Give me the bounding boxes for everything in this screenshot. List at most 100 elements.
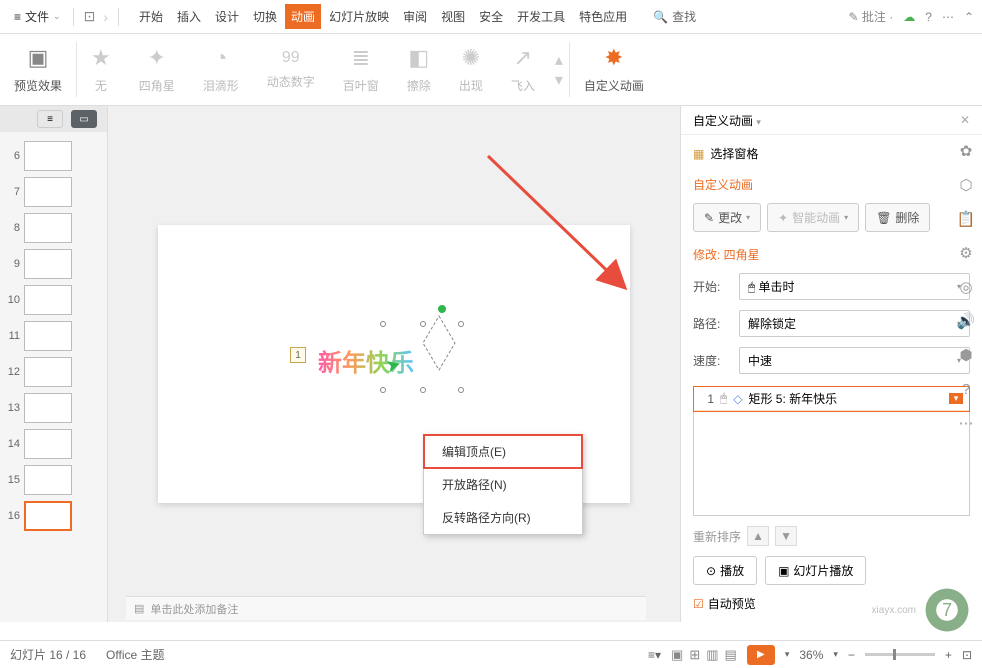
zoom-value[interactable]: 36% xyxy=(799,648,823,662)
btn-modify[interactable]: ✎更改▾ xyxy=(693,203,761,232)
ctx-open-path[interactable]: 开放路径(N) xyxy=(424,468,582,501)
tool-more[interactable]: ⋯ xyxy=(955,412,977,434)
more-icon[interactable]: ⋯ xyxy=(942,10,954,24)
sel-handle[interactable] xyxy=(458,387,464,393)
tool-sound[interactable]: 🔊 xyxy=(955,310,977,332)
ctx-edit-points[interactable]: 编辑顶点(E) xyxy=(424,435,582,468)
move-up[interactable]: ▲ xyxy=(747,526,769,546)
fit-icon[interactable]: ⊡ xyxy=(962,648,972,662)
thumbnail[interactable] xyxy=(24,501,72,531)
effect-blinds[interactable]: ≣百叶窗 xyxy=(329,34,393,105)
auto-preview-check[interactable]: ☑ 自动预览 xyxy=(693,595,970,612)
select-speed[interactable]: 中速▾ xyxy=(739,347,970,374)
file-menu[interactable]: ≡ 文件 ⌄ xyxy=(8,8,67,25)
effect-teardrop[interactable]: ◔泪滴形 xyxy=(189,34,253,105)
btn-delete[interactable]: 🗑删除 xyxy=(865,203,930,232)
comment-button[interactable]: ✎ 批注 · xyxy=(849,8,894,25)
reading-view-icon[interactable]: ▥ xyxy=(706,647,718,663)
zoom-out[interactable]: − xyxy=(848,648,855,662)
tool-shape[interactable]: ⬡ xyxy=(955,174,977,196)
thumbnail[interactable] xyxy=(24,321,72,351)
thumb-row[interactable]: 9 xyxy=(0,246,107,282)
tab-security[interactable]: 安全 xyxy=(473,4,509,29)
thumbnail[interactable] xyxy=(24,285,72,315)
thumb-row[interactable]: 16 xyxy=(0,498,107,534)
sel-handle[interactable] xyxy=(420,387,426,393)
close-icon[interactable]: ✕ xyxy=(960,113,970,127)
effect-flyin[interactable]: ↗飞入 xyxy=(497,34,549,105)
select-path[interactable]: 解除锁定▾ xyxy=(739,310,970,337)
tab-slideshow[interactable]: 幻灯片放映 xyxy=(323,4,395,29)
thumbnail[interactable] xyxy=(24,177,72,207)
play-dropdown[interactable]: ▾ xyxy=(785,649,790,660)
btn-slideshow-play[interactable]: ▣幻灯片播放 xyxy=(765,556,866,585)
custom-animation[interactable]: ✸ 自定义动画 xyxy=(570,34,658,105)
tab-insert[interactable]: 插入 xyxy=(171,4,207,29)
thumb-view-btn[interactable]: ▭ xyxy=(71,110,97,128)
anim-item[interactable]: 1 🖱 ◇ 矩形 5: 新年快乐 ▾ xyxy=(694,387,969,411)
thumbnail[interactable] xyxy=(24,357,72,387)
sel-handle[interactable] xyxy=(380,387,386,393)
effect-number[interactable]: 99动态数字 xyxy=(253,34,329,105)
tab-review[interactable]: 审阅 xyxy=(397,4,433,29)
preview-group[interactable]: ▣ 预览效果 xyxy=(0,34,76,105)
thumbnail[interactable] xyxy=(24,249,72,279)
collapse-icon[interactable]: ⌃ xyxy=(964,10,974,24)
ribbon-nav[interactable]: ▴▾ xyxy=(549,34,569,105)
thumb-row[interactable]: 7 xyxy=(0,174,107,210)
sldavid-play-button[interactable]: ▶ xyxy=(747,645,775,665)
tool-help[interactable]: ? xyxy=(955,378,977,400)
tab-dev[interactable]: 开发工具 xyxy=(511,4,571,29)
zoom-slider[interactable] xyxy=(865,653,935,656)
canvas-area[interactable]: 1 新年快乐 ➤ 编辑顶点(E) 开放路径(N) 反转路径方向(R) xyxy=(108,106,680,622)
ctx-reverse-path[interactable]: 反转路径方向(R) xyxy=(424,501,582,534)
thumb-row[interactable]: 13 xyxy=(0,390,107,426)
tab-view[interactable]: 视图 xyxy=(435,4,471,29)
effect-appear[interactable]: ✺出现 xyxy=(445,34,497,105)
effect-4star[interactable]: ✦四角星 xyxy=(125,34,189,105)
menu-icon[interactable]: ≡▾ xyxy=(648,648,661,662)
tool-clipboard[interactable]: 📋 xyxy=(955,208,977,230)
thumbnail[interactable] xyxy=(24,213,72,243)
thumb-row[interactable]: 15 xyxy=(0,462,107,498)
search-box[interactable]: 🔍 查找 xyxy=(653,8,696,25)
thumb-row[interactable]: 8 xyxy=(0,210,107,246)
thumbnail[interactable] xyxy=(24,465,72,495)
notes-view-icon[interactable]: ▤ xyxy=(725,647,737,663)
tab-transition[interactable]: 切换 xyxy=(247,4,283,29)
help-icon[interactable]: ? xyxy=(925,10,932,24)
thumb-row[interactable]: 10 xyxy=(0,282,107,318)
motion-path[interactable] xyxy=(420,313,458,373)
forward-icon[interactable]: › xyxy=(99,9,112,25)
thumbnail[interactable] xyxy=(24,429,72,459)
path-start-handle[interactable] xyxy=(438,305,446,313)
home-icon[interactable]: ⊡ xyxy=(80,8,100,25)
effect-none[interactable]: ★无 xyxy=(77,34,125,105)
thumbnail[interactable] xyxy=(24,141,72,171)
normal-view-icon[interactable]: ▣ xyxy=(671,647,683,663)
thumb-row[interactable]: 11 xyxy=(0,318,107,354)
tab-start[interactable]: 开始 xyxy=(133,4,169,29)
tab-design[interactable]: 设计 xyxy=(209,4,245,29)
tool-star[interactable]: ✿ xyxy=(955,140,977,162)
tool-link[interactable]: ◎ xyxy=(955,276,977,298)
sel-handle[interactable] xyxy=(380,321,386,327)
thumb-row[interactable]: 6 xyxy=(0,138,107,174)
thumb-row[interactable]: 12 xyxy=(0,354,107,390)
sorter-view-icon[interactable]: ⊞ xyxy=(689,647,700,663)
animation-marker[interactable]: 1 xyxy=(290,347,306,363)
zoom-in[interactable]: + xyxy=(945,648,952,662)
animation-list[interactable]: 1 🖱 ◇ 矩形 5: 新年快乐 ▾ xyxy=(693,386,970,516)
sel-handle[interactable] xyxy=(458,321,464,327)
btn-smart[interactable]: ✦智能动画▾ xyxy=(767,203,859,232)
select-pane-link[interactable]: ▦ 选择窗格 xyxy=(693,145,970,162)
effect-wipe[interactable]: ◧擦除 xyxy=(393,34,445,105)
thumb-row[interactable]: 14 xyxy=(0,426,107,462)
select-start[interactable]: 🖱 单击时▾ xyxy=(739,273,970,300)
cloud-icon[interactable]: ☁ xyxy=(903,10,915,24)
tab-special[interactable]: 特色应用 xyxy=(573,4,633,29)
move-down[interactable]: ▼ xyxy=(775,526,797,546)
thumbnail[interactable] xyxy=(24,393,72,423)
outline-view-btn[interactable]: ≡ xyxy=(37,110,63,128)
btn-play[interactable]: ⊙播放 xyxy=(693,556,757,585)
